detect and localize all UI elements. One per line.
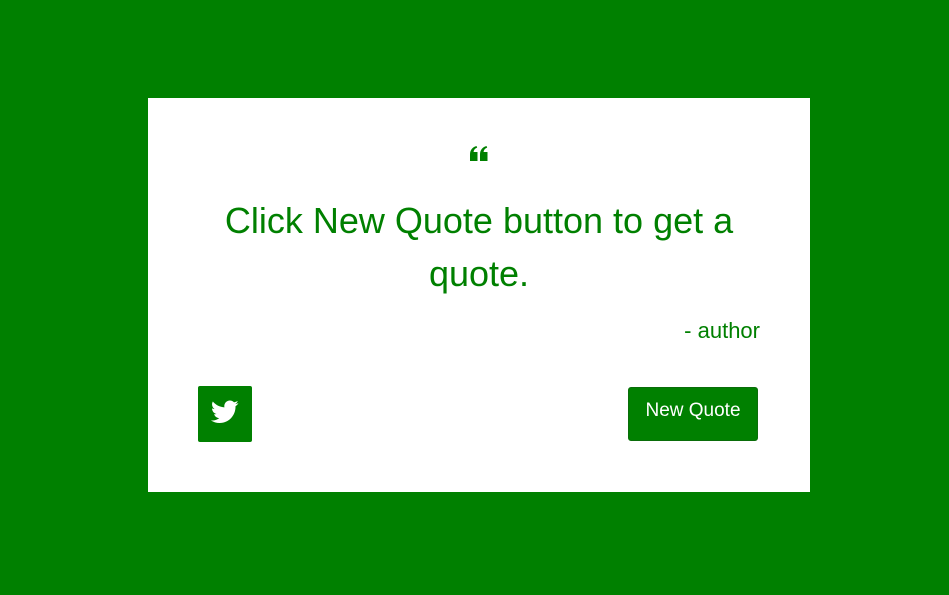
page-background: Click New Quote button to get a quote. -…: [0, 0, 949, 595]
quote-left-icon: [148, 146, 810, 167]
quote-box: Click New Quote button to get a quote. -…: [148, 98, 810, 492]
quote-text: Click New Quote button to get a quote.: [224, 200, 734, 294]
new-quote-button[interactable]: New Quote: [628, 387, 758, 441]
quote-author: - author: [684, 318, 760, 343]
twitter-icon: [210, 399, 239, 429]
tweet-quote-button[interactable]: [198, 386, 252, 442]
